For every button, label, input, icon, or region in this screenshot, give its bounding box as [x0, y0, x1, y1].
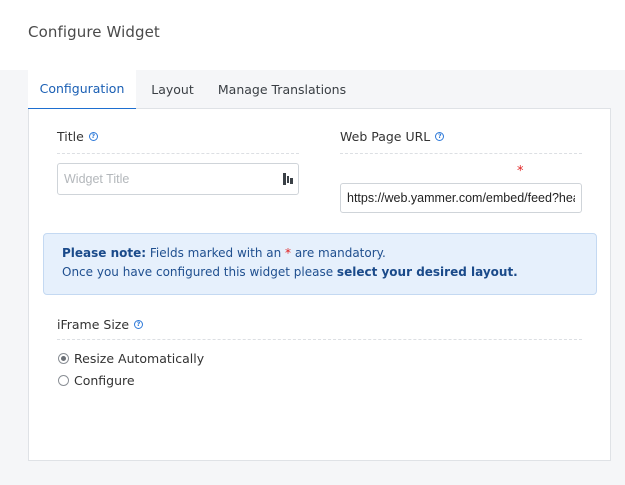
radio-label: Configure	[74, 373, 135, 388]
radio-button[interactable]	[58, 375, 69, 386]
note-line-2-text: Once you have configured this widget ple…	[62, 265, 337, 279]
radio-configure[interactable]: Configure	[58, 373, 135, 388]
note-line-2: Once you have configured this widget ple…	[62, 263, 578, 282]
title-divider	[57, 153, 299, 154]
dialog-title: Configure Widget	[28, 23, 160, 41]
web-page-url-input[interactable]	[340, 183, 582, 213]
tab-layout[interactable]: Layout	[136, 70, 209, 109]
help-icon[interactable]: ?	[435, 132, 445, 141]
note-text-before-star: Fields marked with an	[146, 246, 286, 260]
iframe-size-divider	[57, 339, 582, 340]
help-icon[interactable]: ?	[134, 320, 144, 329]
widget-title-input[interactable]	[57, 163, 299, 195]
title-label-text: Title	[57, 129, 84, 144]
tab-configuration[interactable]: Configuration	[28, 70, 136, 109]
note-prefix: Please note:	[62, 246, 147, 260]
note-line-1: Please note: Fields marked with an * are…	[62, 244, 578, 263]
translate-icon[interactable]	[283, 172, 295, 186]
radio-button-checked[interactable]	[58, 353, 69, 364]
radio-resize-automatically[interactable]: Resize Automatically	[58, 351, 204, 366]
mandatory-fields-note: Please note: Fields marked with an * are…	[43, 233, 597, 295]
iframe-size-label-text: iFrame Size	[57, 317, 130, 332]
configuration-panel: Title ? Web Page URL ? * Please note: Fi…	[28, 108, 611, 461]
title-field-label: Title ?	[57, 129, 98, 144]
url-label-text: Web Page URL	[340, 129, 431, 144]
required-marker: *	[517, 164, 524, 179]
tab-bar: Configuration Layout Manage Translations	[28, 70, 611, 109]
help-icon[interactable]: ?	[88, 132, 98, 141]
note-text-after-star: are mandatory.	[291, 246, 386, 260]
radio-label: Resize Automatically	[74, 351, 205, 366]
iframe-size-label: iFrame Size ?	[57, 317, 144, 332]
tab-manage-translations[interactable]: Manage Translations	[209, 70, 355, 109]
url-divider	[340, 153, 582, 154]
dialog-header: Configure Widget	[0, 0, 625, 70]
url-field-label: Web Page URL ?	[340, 129, 445, 144]
note-layout-emphasis: select your desired layout.	[336, 265, 518, 279]
